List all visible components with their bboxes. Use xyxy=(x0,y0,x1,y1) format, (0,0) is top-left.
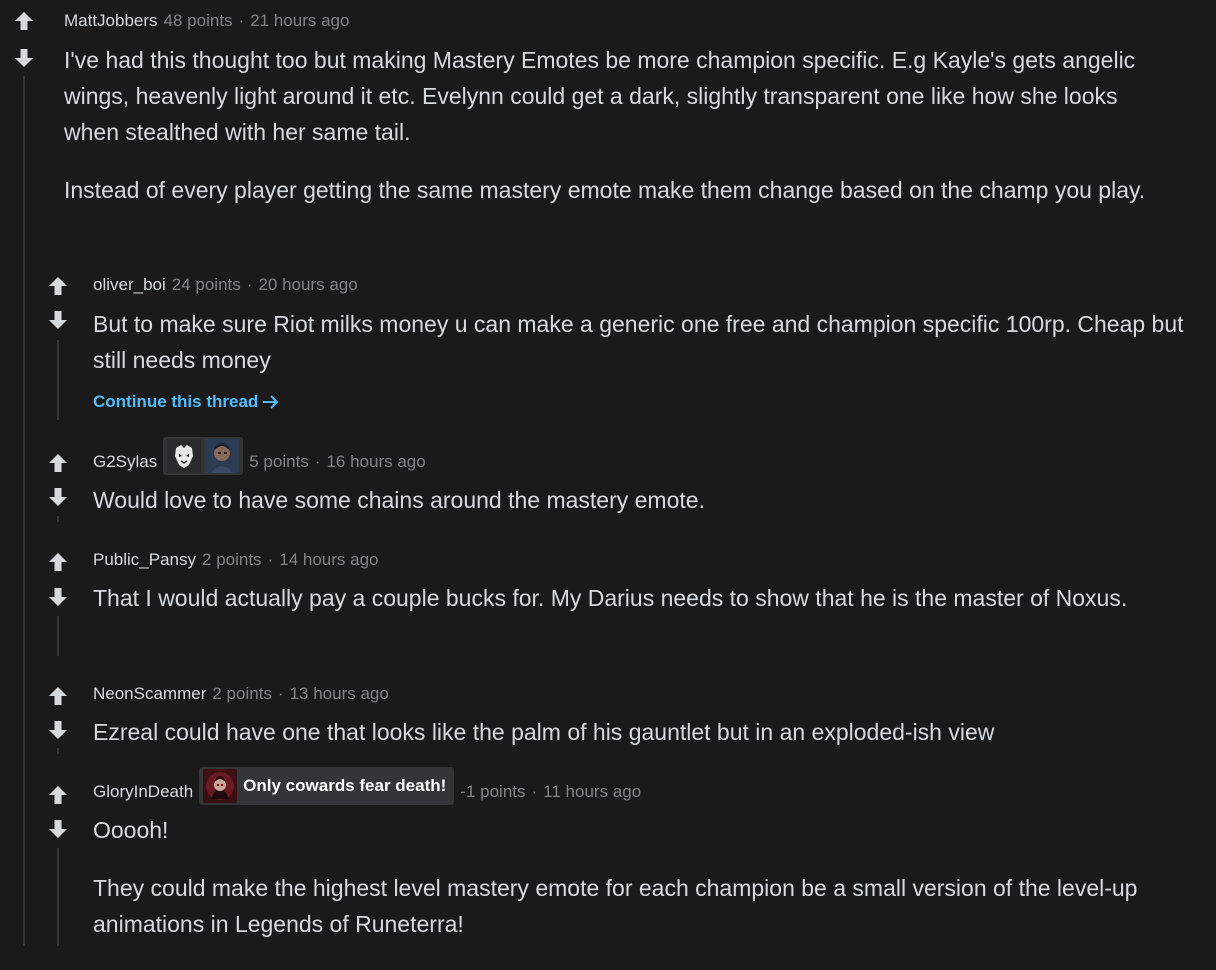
timestamp[interactable]: 14 hours ago xyxy=(279,550,378,570)
downvote-button[interactable] xyxy=(12,47,36,69)
thread-line[interactable] xyxy=(23,76,25,946)
separator: · xyxy=(277,684,284,703)
arrow-down-icon xyxy=(49,588,67,606)
upvote-button[interactable] xyxy=(46,551,70,573)
points: 2 points xyxy=(202,550,262,569)
comment-meta: oliver_boi 24 points · 20 hours ago xyxy=(93,275,358,295)
points: 24 points xyxy=(171,275,241,294)
arrow-up-icon xyxy=(49,553,67,571)
comment-body: Would love to have some chains around th… xyxy=(93,482,1193,518)
separator: · xyxy=(267,550,274,569)
arrow-up-icon xyxy=(49,786,67,804)
arrow-right-icon xyxy=(263,395,279,409)
comment-body: But to make sure Riot milks money u can … xyxy=(93,306,1193,378)
continue-thread-link[interactable]: Continue this thread xyxy=(93,392,280,412)
comment-paragraph: Ezreal could have one that looks like th… xyxy=(93,719,995,745)
comment-meta: GloryInDeath Only cowards fear death! -1… xyxy=(93,766,641,806)
thread-line[interactable] xyxy=(57,616,59,656)
separator: · xyxy=(531,782,538,801)
upvote-button[interactable] xyxy=(12,10,36,32)
points: -1 points xyxy=(460,782,526,801)
downvote-button[interactable] xyxy=(46,309,70,331)
author-name[interactable]: NeonScammer xyxy=(93,684,206,704)
comment-meta: Public_Pansy 2 points · 14 hours ago xyxy=(93,550,378,570)
comment-body: Ezreal could have one that looks like th… xyxy=(93,714,1193,750)
downvote-button[interactable] xyxy=(46,486,70,508)
user-flair xyxy=(163,437,244,475)
comment-paragraph: But to make sure Riot milks money u can … xyxy=(93,311,1184,373)
timestamp[interactable]: 13 hours ago xyxy=(290,684,389,704)
comment-paragraph: They could make the highest level master… xyxy=(93,875,1138,937)
comment-paragraph: Instead of every player getting the same… xyxy=(64,177,1146,203)
upvote-button[interactable] xyxy=(46,685,70,707)
comment-meta: G2Sylas 5 points · 16 hours ago xyxy=(93,436,426,476)
thread-line[interactable] xyxy=(57,848,59,946)
points: 48 points xyxy=(163,11,233,30)
points: 5 points xyxy=(249,452,309,471)
karthus-portrait-icon xyxy=(203,769,238,803)
arrow-up-icon xyxy=(15,12,33,30)
author-name[interactable]: G2Sylas xyxy=(93,452,157,472)
author-name[interactable]: oliver_boi xyxy=(93,275,166,295)
comment-meta: NeonScammer 2 points · 13 hours ago xyxy=(93,684,389,704)
timestamp[interactable]: 16 hours ago xyxy=(326,452,425,472)
timestamp[interactable]: 20 hours ago xyxy=(258,275,357,295)
author-name[interactable]: MattJobbers xyxy=(64,11,158,31)
continue-thread-label: Continue this thread xyxy=(93,392,259,411)
sylas-portrait-icon xyxy=(205,439,240,473)
comment-thread: MattJobbers 48 points · 21 hours ago I'v… xyxy=(0,0,1216,970)
arrow-up-icon xyxy=(49,687,67,705)
downvote-button[interactable] xyxy=(46,719,70,741)
arrow-down-icon xyxy=(49,488,67,506)
timestamp[interactable]: 21 hours ago xyxy=(250,11,349,31)
arrow-down-icon xyxy=(49,311,67,329)
comment-paragraph: Ooooh! xyxy=(93,817,169,843)
author-name[interactable]: Public_Pansy xyxy=(93,550,196,570)
author-name[interactable]: GloryInDeath xyxy=(93,782,193,802)
arrow-down-icon xyxy=(49,820,67,838)
arrow-up-icon xyxy=(49,277,67,295)
comment-meta: MattJobbers 48 points · 21 hours ago xyxy=(64,11,349,31)
g2-logo-icon xyxy=(167,439,202,473)
comment-body: That I would actually pay a couple bucks… xyxy=(93,580,1193,616)
thread-line[interactable] xyxy=(57,516,59,522)
arrow-up-icon xyxy=(49,454,67,472)
upvote-button[interactable] xyxy=(46,452,70,474)
timestamp[interactable]: 11 hours ago xyxy=(543,782,641,802)
flair-text: Only cowards fear death! xyxy=(243,776,447,795)
user-flair: Only cowards fear death! xyxy=(199,767,455,805)
separator: · xyxy=(246,275,253,294)
downvote-button[interactable] xyxy=(46,586,70,608)
arrow-down-icon xyxy=(49,721,67,739)
comment-body: I've had this thought too but making Mas… xyxy=(64,42,1164,208)
comment-paragraph: That I would actually pay a couple bucks… xyxy=(93,585,1128,611)
comment-paragraph: Would love to have some chains around th… xyxy=(93,487,705,513)
arrow-down-icon xyxy=(15,49,33,67)
upvote-button[interactable] xyxy=(46,784,70,806)
downvote-button[interactable] xyxy=(46,818,70,840)
thread-line[interactable] xyxy=(57,748,59,754)
upvote-button[interactable] xyxy=(46,275,70,297)
comment-body: Ooooh! They could make the highest level… xyxy=(93,812,1193,942)
comment-paragraph: I've had this thought too but making Mas… xyxy=(64,47,1136,145)
thread-line[interactable] xyxy=(57,340,59,420)
separator: · xyxy=(238,11,245,30)
separator: · xyxy=(314,452,321,471)
points: 2 points xyxy=(212,684,272,703)
